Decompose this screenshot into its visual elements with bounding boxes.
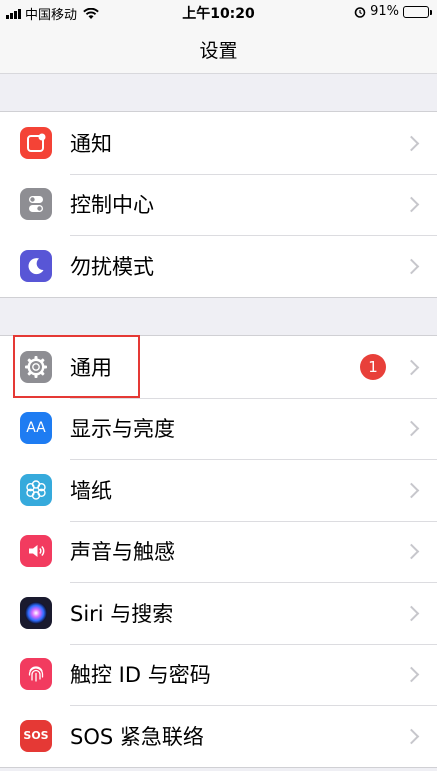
battery-percent: 91% — [370, 4, 399, 19]
settings-group-1: 通知 控制中心 勿扰模式 — [0, 111, 437, 298]
status-bar: 中国移动 上午10:20 91% — [0, 0, 437, 24]
navigation-bar: 设置 — [0, 24, 437, 74]
settings-row-do-not-disturb[interactable]: 勿扰模式 — [0, 235, 437, 297]
settings-row-label: 墙纸 — [70, 478, 112, 503]
highlight-box — [13, 335, 140, 398]
settings-row-siri-search[interactable]: Siri 与搜索 — [0, 582, 437, 644]
notifications-icon — [20, 126, 52, 159]
settings-row-sounds-haptics[interactable]: 声音与触感 — [0, 520, 437, 583]
settings-row-touch-id-passcode[interactable]: 触控 ID 与密码 — [0, 643, 437, 706]
settings-row-label: 声音与触感 — [70, 540, 175, 565]
settings-row-wallpaper[interactable]: 墙纸 — [0, 459, 437, 521]
settings-row-control-center[interactable]: 控制中心 — [0, 173, 437, 236]
settings-row-display-brightness[interactable]: AA 显示与亮度 — [0, 397, 437, 460]
sos-icon-text: SOS — [23, 729, 49, 743]
settings-row-label: 控制中心 — [70, 193, 154, 218]
settings-row-label: SOS 紧急联络 — [70, 724, 204, 749]
flower-icon — [20, 473, 52, 506]
fingerprint-icon — [20, 658, 52, 691]
settings-row-notifications[interactable]: 通知 — [0, 112, 437, 174]
settings-row-label: 触控 ID 与密码 — [70, 663, 211, 688]
alarm-icon — [354, 6, 366, 18]
sos-icon: SOS — [20, 719, 52, 752]
display-icon-text: AA — [26, 420, 46, 437]
settings-row-label: Siri 与搜索 — [70, 601, 174, 626]
battery-icon — [403, 5, 432, 18]
settings-row-label: 显示与亮度 — [70, 417, 175, 442]
page-title: 设置 — [199, 40, 238, 62]
speaker-icon — [20, 535, 52, 568]
settings-group-2: 通用 1 AA 显示与亮度 墙纸 声音与触感 Siri 与搜索 触控 ID 与密… — [0, 335, 437, 768]
control-center-icon — [20, 188, 52, 221]
settings-row-emergency-sos[interactable]: SOS SOS 紧急联络 — [0, 705, 437, 767]
siri-icon — [20, 596, 52, 629]
moon-icon — [20, 249, 52, 282]
settings-row-label: 通知 — [70, 131, 112, 156]
settings-row-label: 勿扰模式 — [70, 254, 154, 279]
status-right: 91% — [354, 4, 432, 19]
notification-badge: 1 — [360, 353, 386, 380]
display-brightness-icon: AA — [20, 412, 52, 445]
